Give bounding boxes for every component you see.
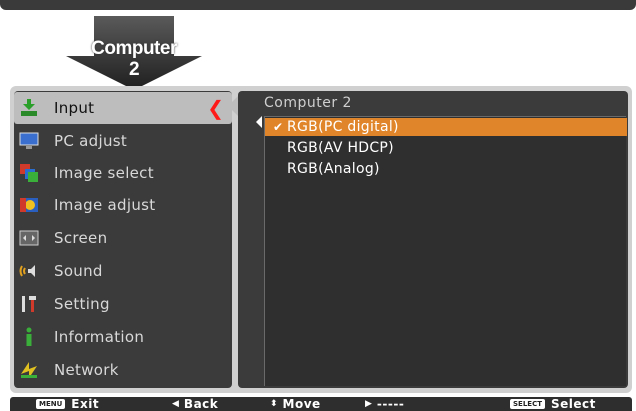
footer-exit: MENU Exit xyxy=(36,397,99,411)
menu-item-label: Screen xyxy=(54,229,108,247)
selected-chevron-icon: ❮ xyxy=(207,96,224,120)
footer-select: SELECT Select xyxy=(510,397,596,411)
option-label: RGB(PC digital) xyxy=(287,119,399,135)
main-menu: Input ❮ PC adjust Image select Image adj… xyxy=(14,91,232,388)
menu-item-screen[interactable]: Screen xyxy=(14,222,232,254)
input-icon xyxy=(18,97,40,119)
menu-item-label: Information xyxy=(54,328,145,346)
setting-icon xyxy=(18,293,40,315)
submenu-title: Computer 2 xyxy=(264,95,352,111)
menu-key-icon: MENU xyxy=(36,399,66,409)
menu-item-sound[interactable]: Sound xyxy=(14,255,232,287)
menu-item-pc-adjust[interactable]: PC adjust xyxy=(14,125,232,157)
next-arrow-icon: ▶ xyxy=(365,399,372,409)
top-strip xyxy=(0,0,636,10)
arrow-label-line2: 2 xyxy=(128,59,140,80)
network-icon xyxy=(18,359,40,381)
option-rgb-pc-digital[interactable]: ✔ RGB(PC digital) xyxy=(265,118,627,136)
screen-icon xyxy=(18,227,40,249)
move-arrows-icon: ⬍ xyxy=(270,399,278,409)
footer-move-label: Move xyxy=(282,397,321,411)
menu-item-image-select[interactable]: Image select xyxy=(14,157,232,189)
footer-exit-label: Exit xyxy=(71,397,100,411)
information-icon xyxy=(18,326,40,348)
menu-item-label: Setting xyxy=(54,295,110,313)
menu-item-label: Sound xyxy=(54,262,103,280)
menu-item-label: Network xyxy=(54,361,119,379)
footer-hints: MENU Exit ◀ Back ⬍ Move ▶ ----- SELECT S… xyxy=(10,397,632,411)
select-key-icon: SELECT xyxy=(510,399,545,409)
option-rgb-analog[interactable]: RGB(Analog) xyxy=(265,160,627,178)
menu-item-setting[interactable]: Setting xyxy=(14,288,232,320)
pc-adjust-icon xyxy=(18,130,40,152)
image-select-icon xyxy=(18,162,40,184)
menu-item-label: Image select xyxy=(54,164,154,182)
selection-pointer xyxy=(228,96,238,116)
computer-2-arrow: Computer 2 xyxy=(66,16,202,90)
footer-move: ⬍ Move xyxy=(270,397,321,411)
back-arrow-icon: ◀ xyxy=(172,399,179,409)
menu-item-information[interactable]: Information xyxy=(14,321,232,353)
option-label: RGB(Analog) xyxy=(287,161,380,177)
arrow-label-line1: Computer xyxy=(91,38,177,59)
menu-item-input[interactable]: Input ❮ xyxy=(14,92,232,124)
image-adjust-icon xyxy=(18,194,40,216)
menu-item-label: PC adjust xyxy=(54,132,128,150)
option-rgb-av-hdcp[interactable]: RGB(AV HDCP) xyxy=(265,139,627,157)
menu-item-network[interactable]: Network xyxy=(14,354,232,386)
footer-next: ▶ ----- xyxy=(365,397,404,411)
footer-select-label: Select xyxy=(550,397,596,411)
check-icon: ✔ xyxy=(273,120,284,134)
footer-next-label: ----- xyxy=(376,397,405,411)
option-label: RGB(AV HDCP) xyxy=(287,140,394,156)
menu-item-label: Image adjust xyxy=(54,196,156,214)
footer-back: ◀ Back xyxy=(172,397,218,411)
footer-back-label: Back xyxy=(183,397,219,411)
back-hint-icon xyxy=(256,116,262,128)
menu-item-label: Input xyxy=(54,99,95,117)
submenu-options: ✔ RGB(PC digital) RGB(AV HDCP) RGB(Analo… xyxy=(264,116,627,386)
menu-item-image-adjust[interactable]: Image adjust xyxy=(14,189,232,221)
sound-icon xyxy=(18,260,40,282)
